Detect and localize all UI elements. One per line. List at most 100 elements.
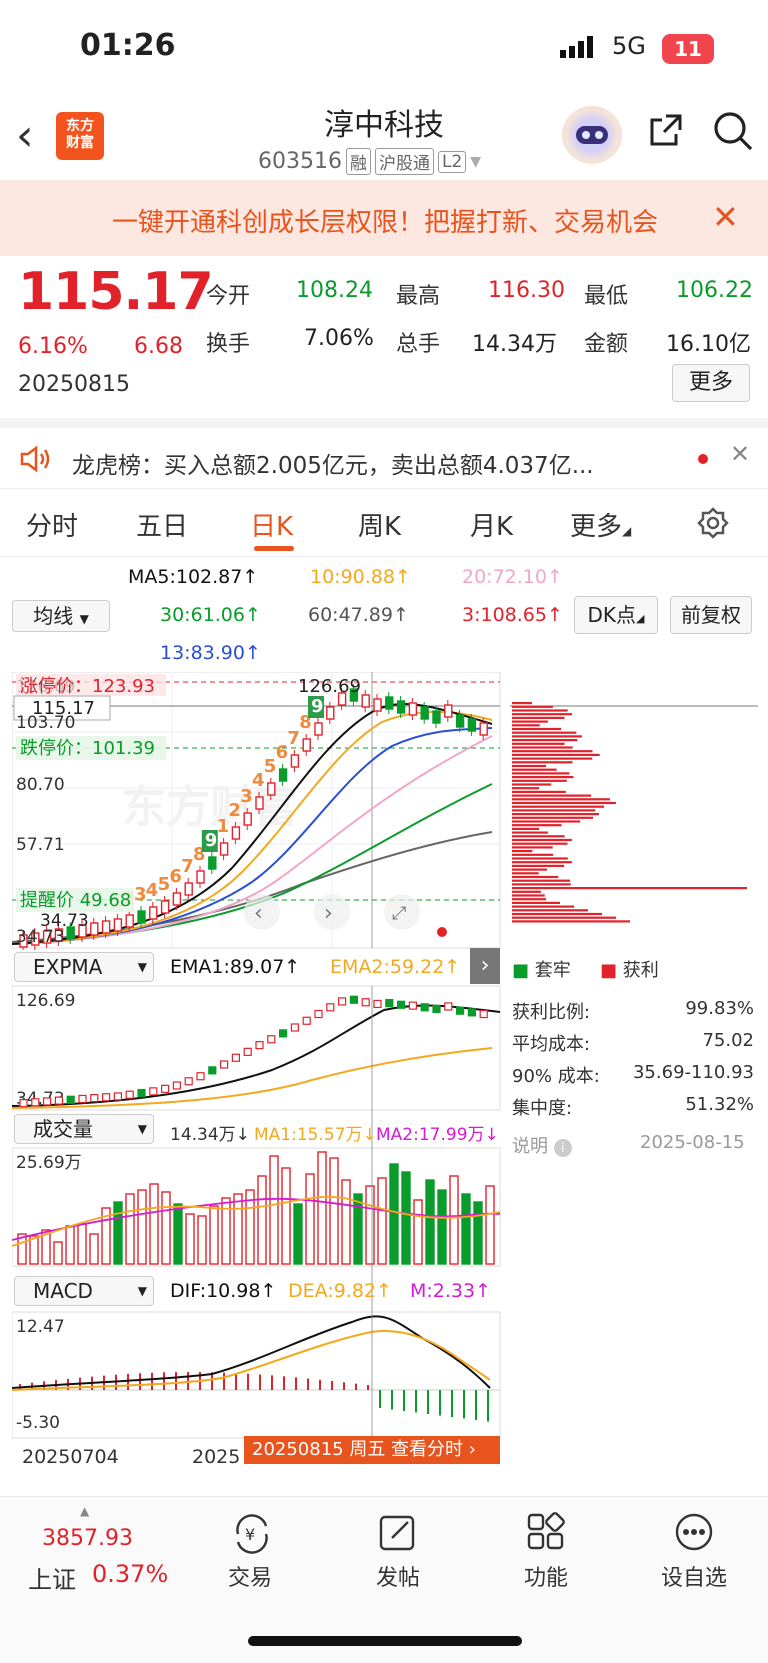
volume-ma1: MA1:15.57万↓ <box>254 1125 377 1145</box>
axis-label-4: 57.71 <box>16 835 65 855</box>
tab-more[interactable]: 更多◢ <box>570 506 631 543</box>
macd-bottom: -5.30 <box>16 1413 60 1433</box>
nav-watchlist[interactable]: 设自选 <box>644 1560 744 1592</box>
volume-bar <box>389 1163 399 1265</box>
expma-candle <box>113 1092 123 1101</box>
ma60-value: 60:47.89↑ <box>308 604 409 626</box>
indicator-select-label: 均线 <box>33 604 74 628</box>
volume-bar <box>377 1177 387 1265</box>
chip-bar <box>512 842 568 845</box>
chip-bar <box>512 720 548 723</box>
note-link[interactable]: 说明 i <box>512 1132 572 1158</box>
chip-bar <box>512 709 568 712</box>
chip-bar <box>512 898 546 901</box>
macd-m: M:2.33↑ <box>410 1280 492 1302</box>
chip-bar <box>512 853 554 856</box>
dragon-tiger-notice[interactable]: 龙虎榜：买入总额2.005亿元，卖出总额4.037亿... <box>72 446 594 480</box>
volume-bar <box>65 1225 75 1265</box>
chip-bar <box>512 872 539 875</box>
search-icon[interactable] <box>712 110 754 156</box>
volume-bar <box>173 1203 183 1265</box>
share-icon[interactable] <box>646 110 686 154</box>
tab-day-k[interactable]: 日K <box>250 506 293 543</box>
candle <box>231 826 241 840</box>
chip-bar <box>512 905 574 908</box>
expma-candle <box>432 1004 441 1014</box>
close-icon[interactable]: ✕ <box>712 198 739 236</box>
volume-bar <box>401 1171 411 1265</box>
candle <box>432 710 441 724</box>
chip-bar <box>512 883 571 886</box>
chevron-down-icon[interactable]: ▼ <box>470 154 481 170</box>
expma-candle <box>161 1084 170 1093</box>
volume-bar <box>269 1155 279 1265</box>
volume-bar <box>305 1173 315 1265</box>
avg-cost-label: 平均成本: <box>512 1034 591 1055</box>
candle <box>385 696 394 710</box>
expma-candle <box>290 1023 299 1032</box>
candle <box>479 722 488 736</box>
legend-profit: ■ 获利 <box>600 960 659 981</box>
expma-candle <box>373 999 382 1009</box>
dk-point-button[interactable]: DK点◢ <box>574 596 658 634</box>
macd-top: 12.47 <box>16 1317 65 1337</box>
nav-post[interactable]: 发帖 <box>348 1560 448 1592</box>
chip-bar <box>512 879 571 882</box>
chip-bar <box>512 820 581 823</box>
alert-price-label: 提醒价 49.68 <box>20 890 131 911</box>
index-value[interactable]: 3857.93 <box>42 1526 133 1551</box>
nav-trade[interactable]: 交易 <box>200 1560 300 1592</box>
trade-icon[interactable]: ¥ <box>230 1514 274 1558</box>
gear-icon[interactable] <box>696 506 730 544</box>
index-percent[interactable]: 0.37% <box>92 1560 168 1588</box>
crosshair-text: 20250815 周五 查看分时 <box>252 1439 464 1460</box>
tab-five-day[interactable]: 五日 <box>136 506 188 543</box>
current-price: 115.17 <box>18 262 214 322</box>
kline-chart[interactable]: 东方财富 123456789123456789 涨停价：123.93 115.1… <box>12 672 502 950</box>
chip-bar <box>512 798 610 801</box>
more-button[interactable]: 更多 <box>672 364 750 402</box>
tab-week-k[interactable]: 周K <box>358 506 401 543</box>
volume-select[interactable]: 成交量 ▼ <box>14 1114 154 1144</box>
tab-intraday[interactable]: 分时 <box>26 506 78 543</box>
chip-bar <box>512 750 593 753</box>
unread-dot <box>698 454 708 464</box>
indicator-charts[interactable]: 126.69 34.73 25.69万 12.47 -5.30 <box>12 950 502 1440</box>
candle <box>255 796 264 810</box>
sequence-number: 9 <box>205 830 218 851</box>
volume-bar <box>53 1241 63 1265</box>
tab-month-k[interactable]: 月K <box>470 506 513 543</box>
chip-bar <box>512 827 540 830</box>
view-intraday-button[interactable]: 20250815 周五 查看分时 › <box>244 1436 500 1464</box>
nav-functions[interactable]: 功能 <box>496 1560 596 1592</box>
indicator-select[interactable]: 均线 ▼ <box>12 600 110 632</box>
promo-text[interactable]: 一键开通科创成长层权限！把握打新、交易机会 <box>112 202 658 239</box>
adjust-button[interactable]: 前复权 <box>670 596 752 634</box>
expma-candle <box>137 1088 146 1098</box>
volume-bar <box>293 1203 303 1265</box>
ma5-value: MA5:102.87↑ <box>128 566 259 588</box>
post-icon[interactable] <box>378 1512 418 1556</box>
expma-candle <box>267 1035 276 1044</box>
volume-bar <box>113 1201 123 1265</box>
functions-icon[interactable] <box>526 1512 566 1556</box>
chip-bar <box>512 868 547 871</box>
index-name[interactable]: 上证 <box>28 1560 76 1595</box>
assistant-avatar[interactable] <box>562 106 622 164</box>
speaker-icon <box>18 444 54 478</box>
macd-select[interactable]: MACD ▼ <box>14 1276 154 1306</box>
candle <box>373 698 382 712</box>
ma3-value: 3:108.65↑ <box>462 604 563 626</box>
chip-bar <box>512 916 616 919</box>
candle <box>396 700 406 714</box>
chip-bar <box>512 724 540 727</box>
caret-up-icon: ▲ <box>80 1504 90 1518</box>
volume-bar <box>353 1193 363 1265</box>
expma-candle <box>19 1099 28 1108</box>
chip-bar <box>512 727 562 731</box>
candle <box>243 812 252 826</box>
more-icon[interactable] <box>674 1512 714 1556</box>
chip-bar <box>512 831 548 834</box>
close-icon[interactable]: ✕ <box>730 440 750 468</box>
caret-icon: ◢ <box>622 524 632 538</box>
